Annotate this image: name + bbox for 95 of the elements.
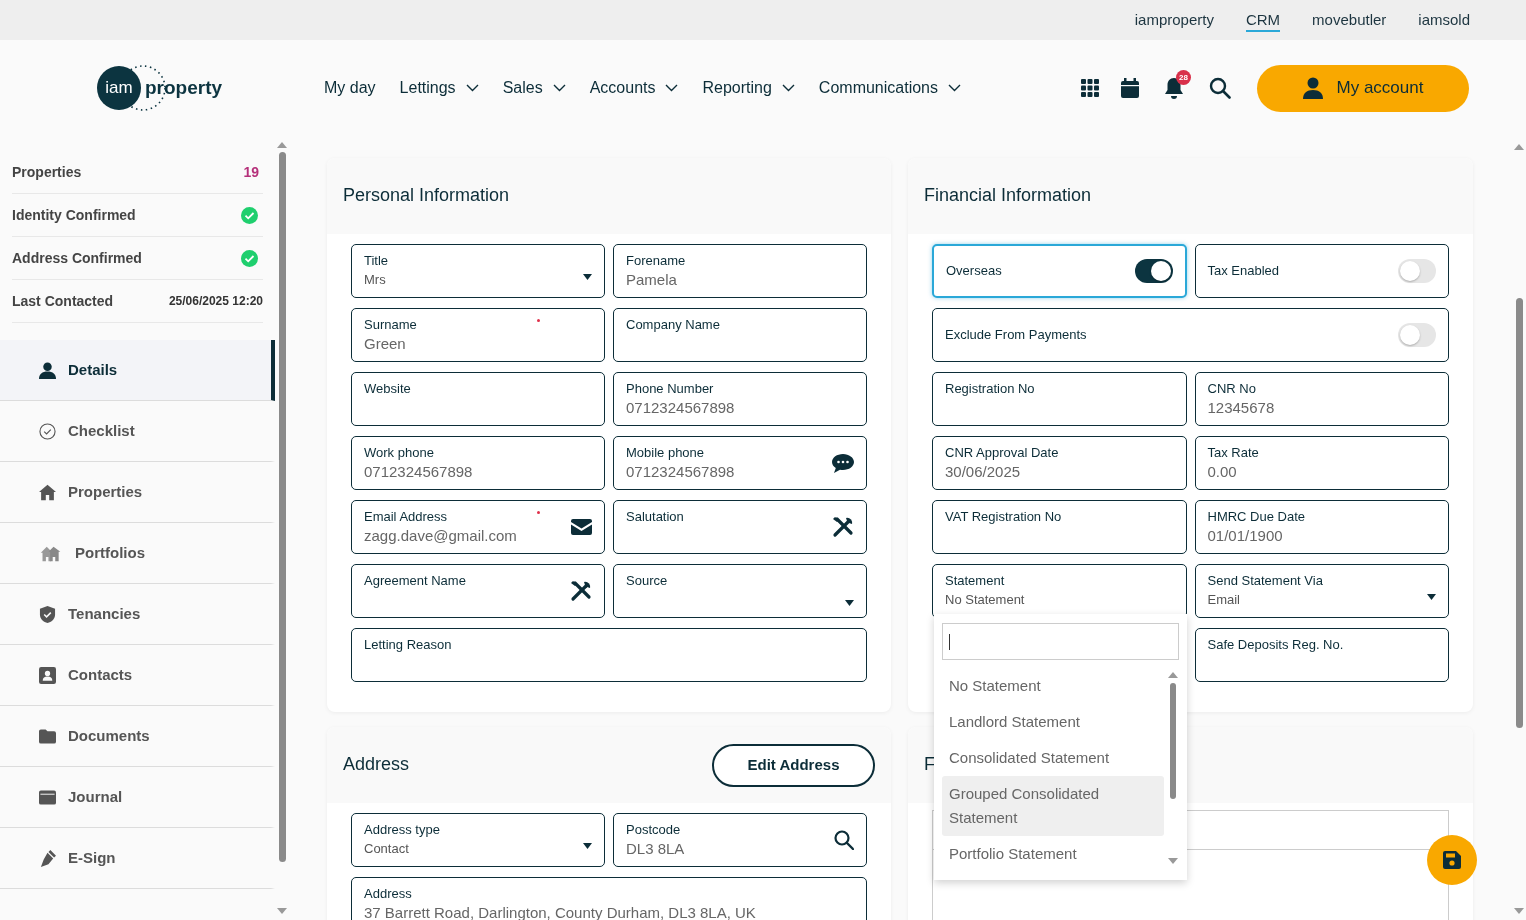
field-label: Overseas (946, 262, 1003, 280)
select-field[interactable]: Address type Contact (351, 813, 605, 867)
pen-icon (39, 849, 56, 867)
text-field[interactable]: CNR No 12345678 (1194, 372, 1449, 426)
text-field[interactable]: Salutation (613, 500, 867, 554)
text-field[interactable]: Letting Reason (351, 628, 867, 682)
house-icon (39, 483, 56, 501)
text-field[interactable]: Website (351, 372, 605, 426)
text-field[interactable]: VAT Registration No (932, 500, 1187, 554)
account-button[interactable]: My account (1257, 64, 1469, 112)
text-field[interactable]: Safe Deposits Reg. No. (1194, 628, 1449, 682)
person-icon (1302, 77, 1323, 99)
top-link[interactable]: CRM (1245, 8, 1281, 32)
text-field[interactable]: Agreement Name (351, 564, 605, 618)
chevron-down-icon (781, 84, 795, 92)
summary-label: Last Contacted (12, 291, 114, 311)
card-title: Personal Information (343, 185, 510, 207)
summary-label: Properties (12, 162, 82, 182)
tools-icon[interactable] (832, 516, 854, 538)
chevron-down-icon (948, 84, 961, 92)
folder-icon (39, 727, 56, 745)
search-field[interactable] (942, 623, 1179, 660)
toggle-switch[interactable] (1398, 259, 1436, 283)
sidebar-item[interactable]: Properties (0, 462, 275, 523)
text-field[interactable]: Registration No (932, 372, 1187, 426)
journal-icon (39, 788, 56, 806)
caret-icon[interactable] (1427, 594, 1436, 600)
dropdown-option[interactable]: No Statement (942, 668, 1164, 704)
search-icon[interactable] (1209, 77, 1231, 99)
chat-bubble-icon[interactable] (832, 453, 854, 473)
text-field[interactable]: CNR Approval Date 30/06/2025 (932, 436, 1187, 490)
text-field[interactable]: Phone Number 0712324567898 (613, 372, 867, 426)
nav-link[interactable]: Reporting (702, 76, 795, 100)
text-field[interactable]: Email Address zagg.dave@gmail.com (351, 500, 605, 554)
top-link[interactable]: movebutler (1312, 8, 1387, 32)
sidebar-item[interactable]: Checklist (0, 401, 275, 462)
dropdown-option[interactable]: Landlord Statement (942, 704, 1164, 740)
chevron-down-icon (665, 84, 679, 92)
top-link[interactable]: iamsold (1418, 8, 1470, 32)
caret-icon[interactable] (845, 600, 854, 606)
select-field[interactable]: Title Mrs (351, 244, 605, 298)
card-title: F (924, 754, 935, 776)
edit-address-button[interactable]: Edit Address (712, 743, 875, 787)
chevron-down-icon (465, 84, 479, 92)
text-field[interactable]: Company Name (613, 308, 867, 362)
nav-link[interactable]: Accounts (589, 76, 679, 100)
text-field[interactable]: Postcode DL3 8LA (613, 813, 867, 867)
nav-link[interactable]: Sales (502, 76, 566, 100)
summary-label: Address Confirmed (12, 248, 142, 268)
sidebar-item[interactable]: Tenancies (0, 584, 275, 645)
count-value: 19 (243, 162, 260, 182)
toggle-switch[interactable] (1134, 259, 1173, 283)
houses-icon (39, 544, 63, 562)
top-link[interactable]: iamproperty (1134, 8, 1214, 32)
text-field[interactable]: Mobile phone 0712324567898 (613, 436, 867, 490)
field-label: Tax Enabled (1207, 262, 1281, 280)
search-icon[interactable] (834, 830, 854, 850)
date-value: 25/06/2025 12:20 (168, 293, 263, 310)
dropdown-option[interactable]: Grouped Consolidated Statement (942, 776, 1164, 836)
sidebar-item[interactable]: Journal (0, 767, 275, 828)
dropdown-option[interactable]: Consolidated Statement (942, 740, 1164, 776)
nav-link[interactable]: Communications (818, 76, 961, 100)
text-field[interactable]: Forename Pamela (613, 244, 867, 298)
apps-grid-icon[interactable] (1081, 79, 1099, 97)
contact-card-icon (39, 666, 56, 684)
envelope-icon[interactable] (571, 519, 592, 535)
field-label: Exclude From Payments (945, 326, 1088, 344)
tools-icon[interactable] (570, 580, 592, 602)
sidebar-item[interactable]: Documents (0, 706, 275, 767)
text-field[interactable]: HMRC Due Date 01/01/1900 (1194, 500, 1449, 554)
caret-icon[interactable] (583, 274, 592, 280)
logo[interactable]: iam property (97, 64, 228, 112)
sidebar-item[interactable]: E-Sign (0, 828, 275, 889)
person-icon (39, 361, 56, 379)
calendar-icon[interactable] (1121, 78, 1139, 98)
caret-icon[interactable] (583, 843, 592, 849)
notification-badge: 28 (1176, 70, 1191, 85)
shield-icon (39, 605, 56, 623)
text-field[interactable]: Tax Rate 0.00 (1194, 436, 1449, 490)
nav-link[interactable]: Lettings (399, 76, 479, 100)
select-field[interactable]: Source (613, 564, 867, 618)
card-title: Financial Information (924, 185, 1092, 207)
dropdown-option[interactable]: Portfolio Statement (942, 836, 1164, 872)
summary-label: Identity Confirmed (12, 205, 136, 225)
select-field[interactable]: Send Statement Via Email (1194, 564, 1449, 618)
chevron-down-icon (552, 84, 566, 92)
nav-link[interactable]: My day (324, 76, 376, 100)
sidebar-item[interactable]: Contacts (0, 645, 275, 706)
toggle-switch[interactable] (1398, 323, 1436, 347)
text-field[interactable]: Work phone 0712324567898 (351, 436, 605, 490)
check-circle-icon (39, 422, 56, 440)
card-title: Address (343, 754, 410, 776)
sidebar-item[interactable]: Portfolios (0, 523, 275, 584)
text-field[interactable]: Surname Green (351, 308, 605, 362)
sidebar-item[interactable]: Details (0, 340, 275, 401)
